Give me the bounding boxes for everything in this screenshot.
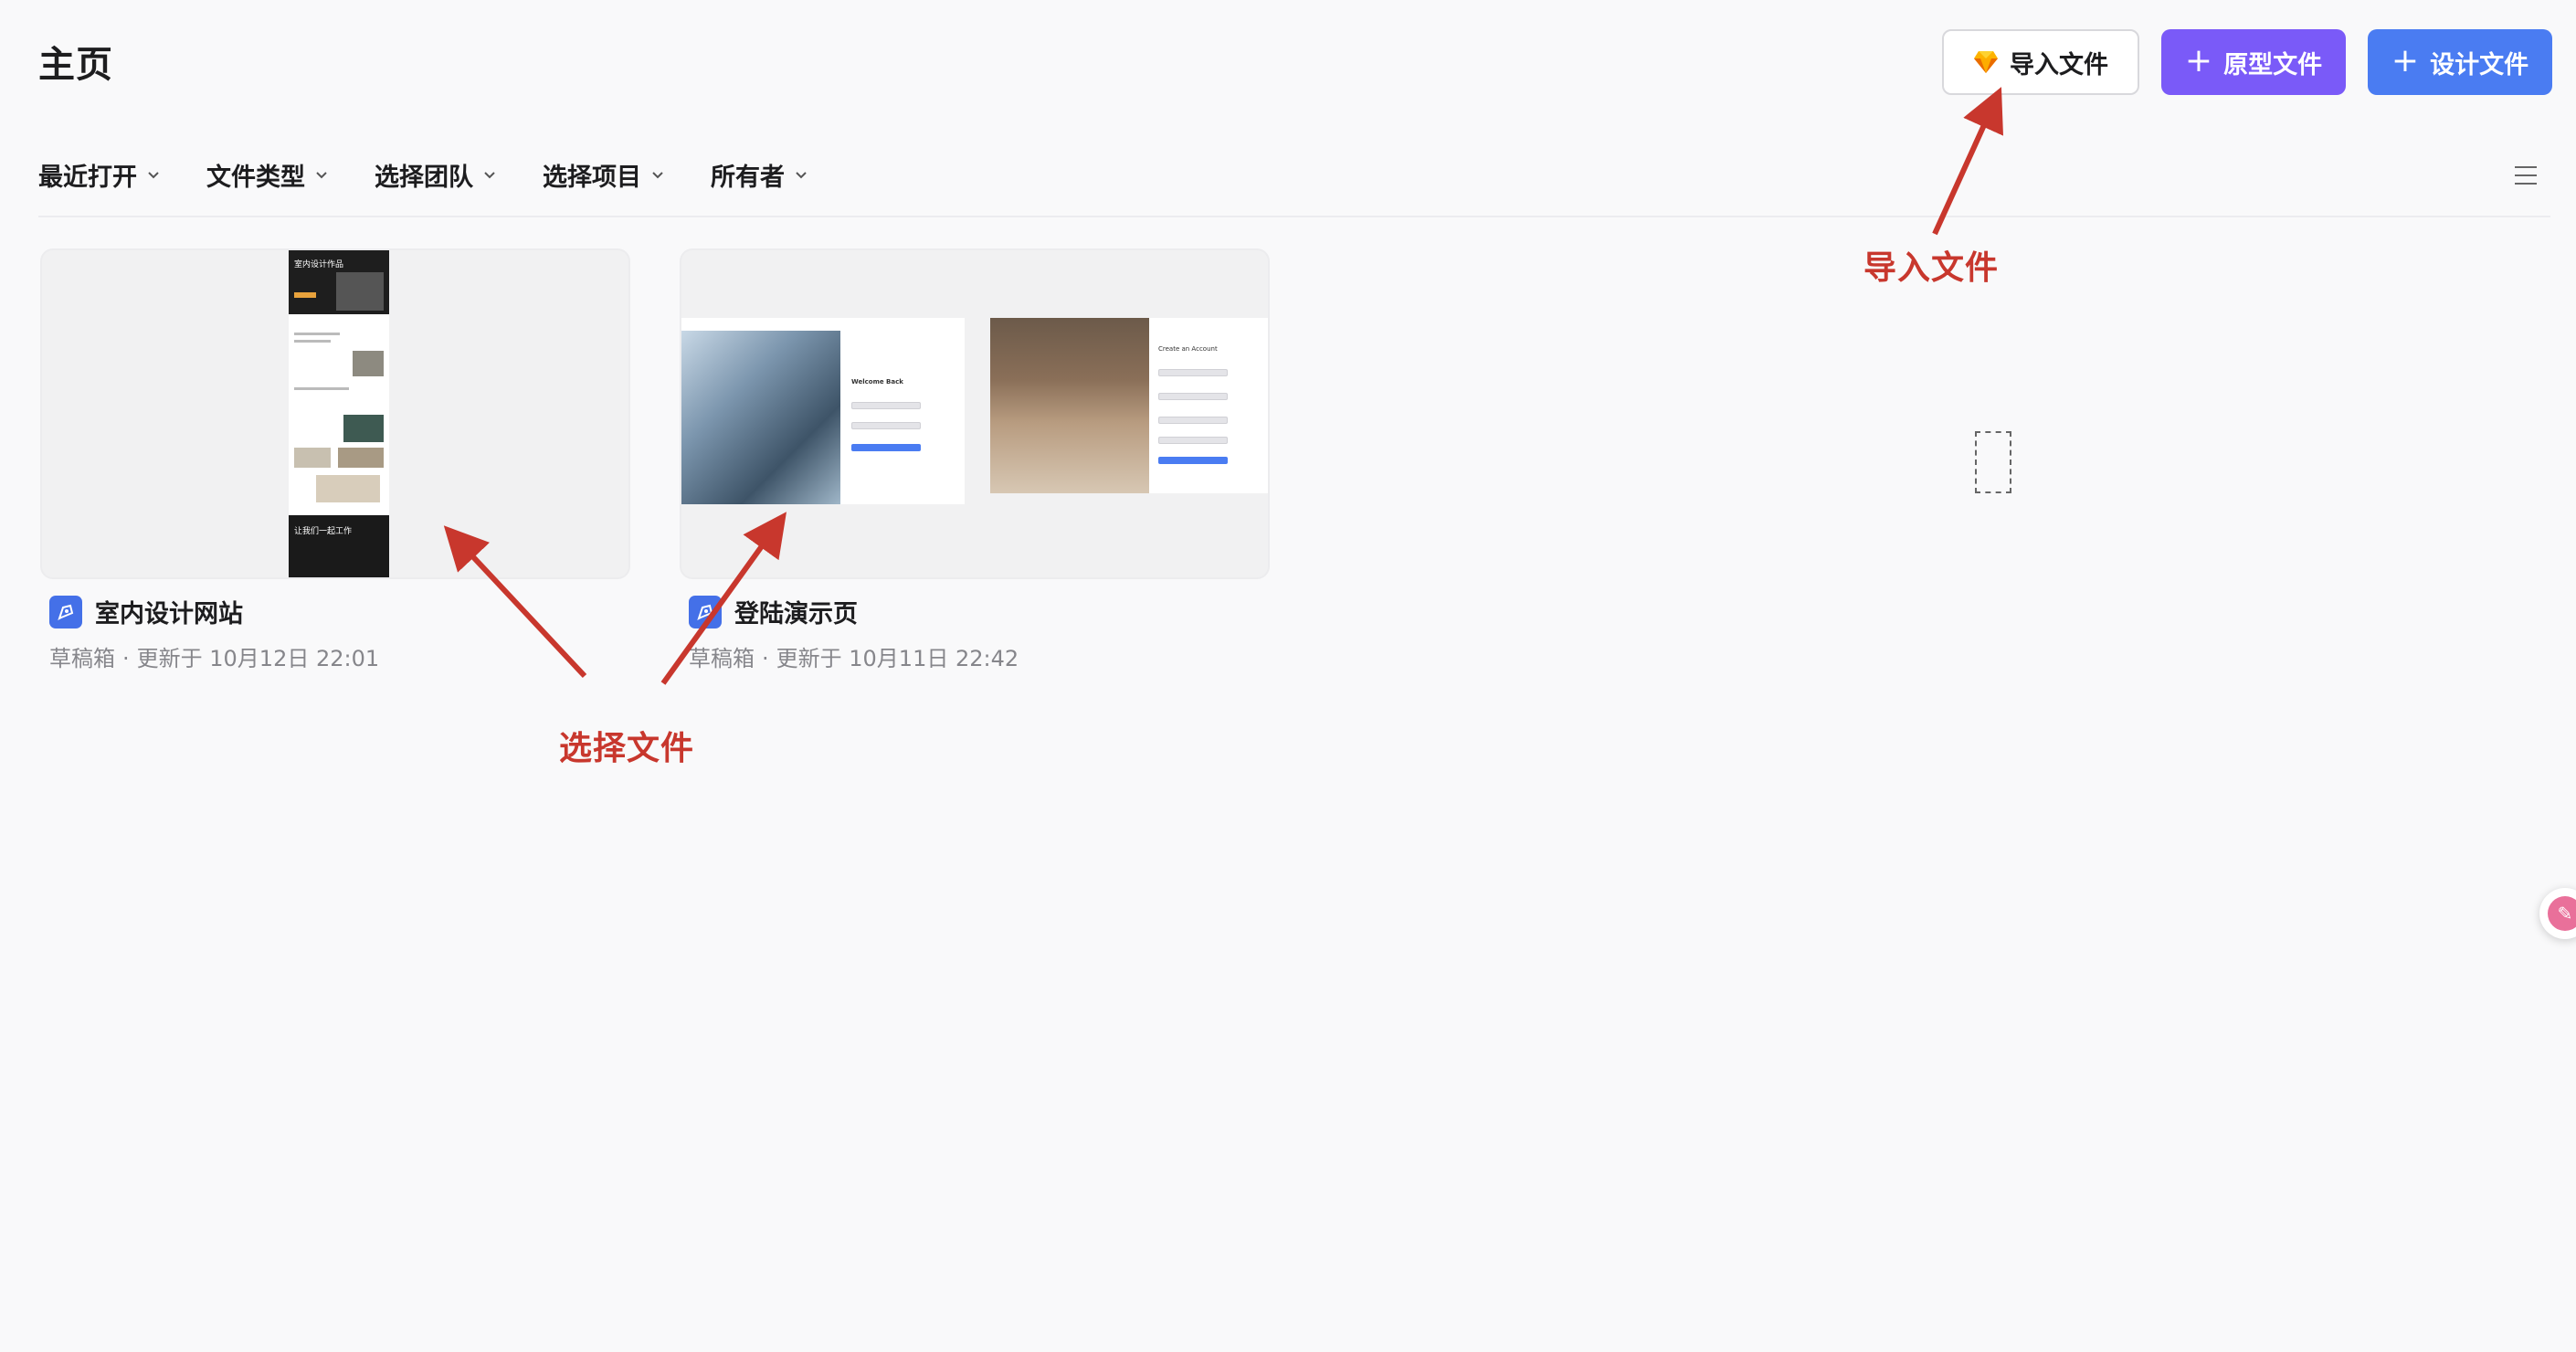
file-updated: 更新于 10月11日 22:42 bbox=[776, 646, 1019, 671]
filter-file-type[interactable]: 文件类型 bbox=[206, 157, 329, 193]
file-location: 草稿箱 bbox=[49, 646, 115, 671]
chevron-down-icon bbox=[148, 171, 159, 178]
filter-recent[interactable]: 最近打开 bbox=[38, 157, 161, 193]
chevron-down-icon bbox=[652, 171, 663, 178]
annotation-import-file: 导入文件 bbox=[1863, 249, 2000, 287]
filter-label: 选择团队 bbox=[375, 164, 473, 192]
file-name: 登陆演示页 bbox=[734, 600, 858, 628]
assistant-icon: ✎ bbox=[2548, 896, 2576, 931]
hero-text: 室内设计作品 bbox=[294, 260, 344, 269]
file-card-login[interactable]: Welcome Back Create an Account 登陆演示页 草稿箱 bbox=[680, 248, 1270, 672]
footer-text: 让我们一起工作 bbox=[294, 527, 353, 536]
file-location: 草稿箱 bbox=[689, 646, 755, 671]
divider bbox=[38, 216, 2550, 217]
plus-icon: + bbox=[2184, 41, 2213, 79]
file-name: 室内设计网站 bbox=[95, 600, 243, 628]
floating-assistant-button[interactable]: ✎ bbox=[2539, 888, 2576, 939]
file-updated: 更新于 10月12日 22:01 bbox=[136, 646, 380, 671]
filter-owner[interactable]: 所有者 bbox=[711, 157, 808, 193]
design-file-icon bbox=[689, 595, 722, 628]
sketch-diamond-icon bbox=[1974, 51, 1998, 73]
filter-project[interactable]: 选择项目 bbox=[543, 157, 665, 193]
create-account-text: Create an Account bbox=[1158, 345, 1218, 353]
design-label: 设计文件 bbox=[2430, 50, 2529, 79]
arrow-to-import bbox=[1932, 87, 2003, 236]
import-file-label: 导入文件 bbox=[2010, 50, 2108, 79]
new-prototype-button[interactable]: + 原型文件 bbox=[2161, 29, 2346, 95]
filter-label: 所有者 bbox=[711, 164, 785, 192]
chevron-down-icon bbox=[484, 171, 495, 178]
import-file-button[interactable]: 导入文件 bbox=[1942, 29, 2139, 95]
file-meta: 草稿箱 · 更新于 10月12日 22:01 bbox=[49, 646, 380, 671]
filter-label: 选择项目 bbox=[543, 164, 641, 192]
filter-label: 文件类型 bbox=[206, 164, 305, 192]
file-thumbnail: Welcome Back Create an Account bbox=[680, 248, 1270, 579]
filter-team[interactable]: 选择团队 bbox=[375, 157, 497, 193]
dashed-selection-box bbox=[1975, 431, 2011, 493]
filter-label: 最近打开 bbox=[38, 164, 137, 192]
filter-bar: 最近打开 文件类型 选择团队 选择项目 所有者 bbox=[38, 157, 854, 193]
design-file-icon bbox=[49, 595, 82, 628]
plus-icon: + bbox=[2391, 41, 2420, 79]
page-title: 主页 bbox=[38, 44, 113, 86]
chevron-down-icon bbox=[796, 171, 807, 178]
login-screen-preview: Welcome Back bbox=[681, 318, 965, 504]
chevron-down-icon bbox=[316, 171, 327, 178]
list-view-icon[interactable] bbox=[2512, 163, 2539, 188]
annotation-arrows bbox=[443, 87, 2003, 685]
new-design-button[interactable]: + 设计文件 bbox=[2368, 29, 2552, 95]
file-meta: 草稿箱 · 更新于 10月11日 22:42 bbox=[689, 646, 1019, 671]
interior-page-preview: 室内设计作品 让我们一起工作 bbox=[289, 250, 389, 577]
file-card-interior[interactable]: 室内设计作品 让我们一起工作 室内设计网站 草稿箱 · 更新于 10月12日 22:… bbox=[40, 248, 630, 672]
prototype-label: 原型文件 bbox=[2223, 50, 2323, 79]
file-thumbnail: 室内设计作品 让我们一起工作 bbox=[40, 248, 630, 579]
welcome-text: Welcome Back bbox=[851, 378, 903, 386]
signup-screen-preview: Create an Account bbox=[990, 318, 1268, 493]
annotation-select-file: 选择文件 bbox=[559, 730, 695, 767]
